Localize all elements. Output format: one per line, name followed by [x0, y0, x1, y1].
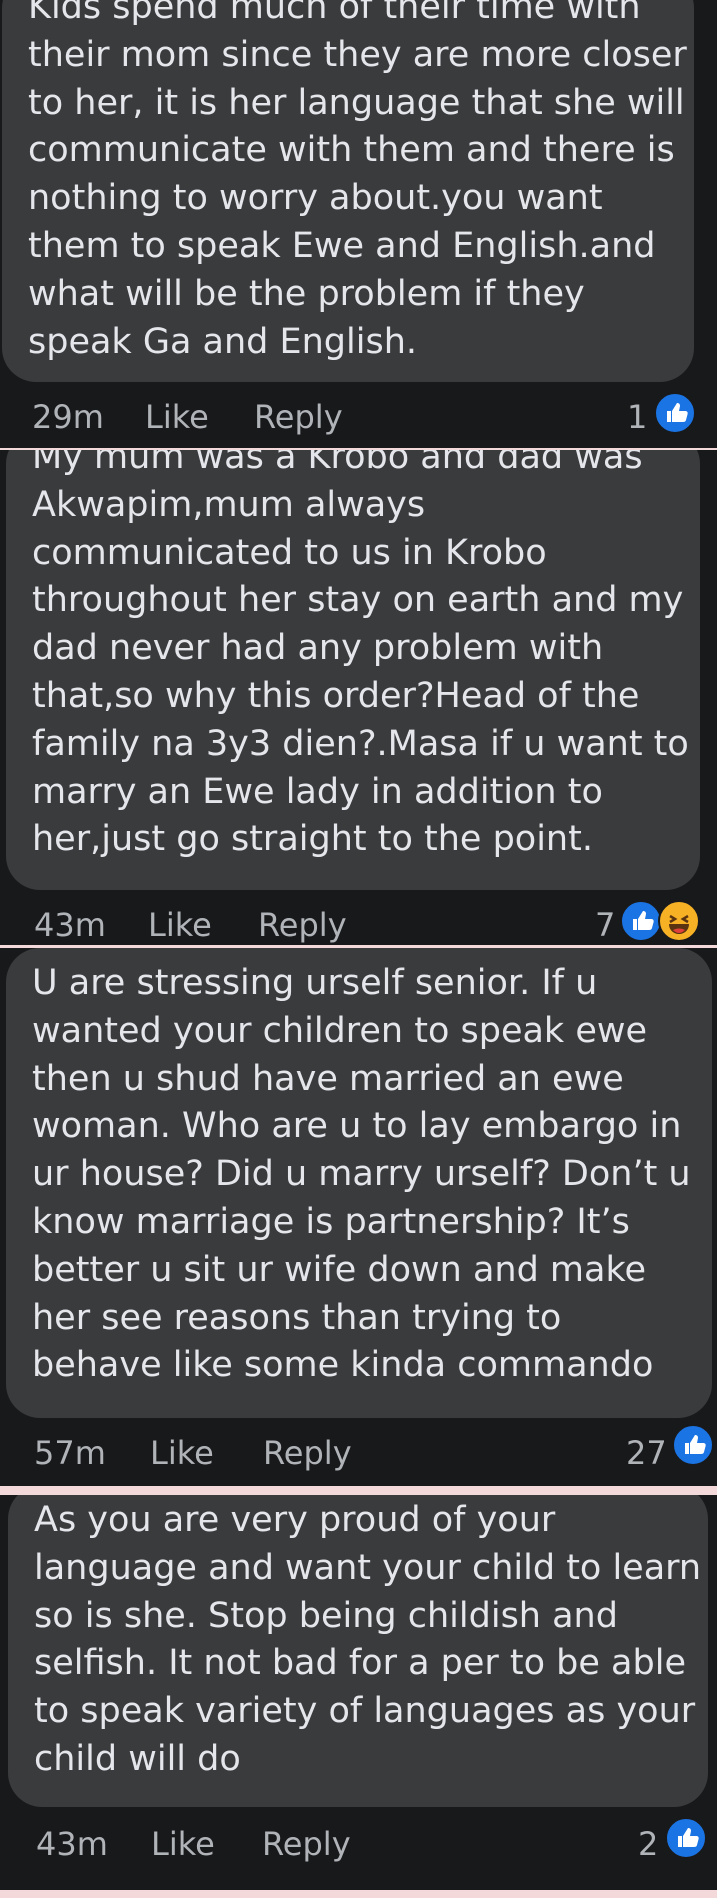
comment-bubble: Kids spend much of their time with their…	[2, 0, 694, 382]
reply-button[interactable]: Reply	[263, 1434, 352, 1472]
comment-timestamp[interactable]: 43m	[36, 1825, 108, 1863]
like-button[interactable]: Like	[145, 398, 209, 436]
comment-text-line: behave like some kinda commando	[32, 1345, 654, 1386]
comment-text-line: to speak variety of languages as your	[34, 1691, 696, 1732]
like-icon[interactable]	[654, 392, 696, 434]
comment-bubble: My mum was a Krobo and dad was Akwapim,m…	[6, 450, 700, 890]
comment-timestamp[interactable]: 43m	[34, 906, 106, 944]
comment-text-line: communicated to us in Krobo	[32, 532, 547, 573]
reaction-count[interactable]: 7	[595, 906, 615, 944]
like-button[interactable]: Like	[150, 1434, 214, 1472]
comment-text-line: better u sit ur wife down and make	[32, 1249, 647, 1290]
comment-card: As you are very proud of your language a…	[0, 1495, 717, 1890]
like-icon[interactable]	[665, 1817, 707, 1859]
comment-timestamp[interactable]: 29m	[32, 398, 104, 436]
comment-actions: 29m Like Reply 1	[0, 388, 717, 448]
comment-text-line: Kids spend much of their time with	[28, 0, 641, 27]
comment-text-line: know marriage is partnership? It’s	[32, 1201, 630, 1242]
comment-timestamp[interactable]: 57m	[34, 1434, 106, 1472]
comment-text-line: U are stressing urself senior. If u	[32, 963, 598, 1003]
like-icon[interactable]	[620, 900, 662, 942]
comment-text-line: wanted your children to speak ewe	[32, 1010, 648, 1051]
comment-text-line: family na 3y3 dien?.Masa if u want to	[32, 723, 689, 764]
comment-text-line: her see reasons than trying to	[32, 1297, 562, 1338]
reaction-count[interactable]: 2	[638, 1825, 658, 1863]
like-button[interactable]: Like	[148, 906, 212, 944]
comment-text-line: so is she. Stop being childish and	[34, 1595, 618, 1636]
comment-text-line: communicate with them and there is	[28, 130, 675, 171]
comment-text-line: child will do	[34, 1738, 241, 1779]
comment-text-line: language and want your child to learn	[34, 1547, 702, 1588]
comment-text-line: Akwapim,mum always	[32, 484, 426, 525]
comment-card: My mum was a Krobo and dad was Akwapim,m…	[0, 450, 717, 945]
comment-text-line: that,so why this order?Head of the	[32, 675, 640, 716]
reaction-count[interactable]: 27	[626, 1434, 667, 1472]
comment-text-line: then u shud have married an ewe	[32, 1058, 624, 1099]
comment-text-line: speak Ga and English.	[28, 321, 417, 362]
comment-bubble: U are stressing urself senior. If u want…	[6, 948, 712, 1418]
comment-text-line: ur house? Did u marry urself? Don’t u	[32, 1154, 691, 1195]
reply-button[interactable]: Reply	[254, 398, 343, 436]
comment-text-line: what will be the problem if they	[28, 273, 585, 314]
reply-button[interactable]: Reply	[262, 1825, 351, 1863]
comment-text-line: nothing to worry about.you want	[28, 178, 603, 219]
comment-text-line: throughout her stay on earth and my	[32, 580, 684, 621]
comment-text-line: As you are very proud of your	[34, 1500, 556, 1540]
reaction-count[interactable]: 1	[627, 398, 647, 436]
comment-text-line: dad never had any problem with	[32, 628, 604, 669]
comment-text-line: their mom since they are more closer	[28, 34, 687, 75]
haha-icon[interactable]	[658, 900, 700, 942]
like-icon[interactable]	[672, 1424, 714, 1466]
comment-actions: 43m Like Reply 7	[0, 896, 717, 945]
comment-actions: 43m Like Reply 2	[0, 1815, 717, 1875]
comment-text-line: My mum was a Krobo and dad was	[32, 450, 643, 477]
comment-text-line: woman. Who are u to lay embargo in	[32, 1106, 682, 1147]
comment-text-line: to her, it is her language that she will	[28, 82, 685, 123]
comment-text-line: her,just go straight to the point.	[32, 819, 593, 860]
comment-card: U are stressing urself senior. If u want…	[0, 948, 717, 1486]
comment-actions: 57m Like Reply 27	[0, 1424, 717, 1484]
comment-text-line: marry an Ewe lady in addition to	[32, 771, 603, 812]
like-button[interactable]: Like	[151, 1825, 215, 1863]
comment-card: Kids spend much of their time with their…	[0, 0, 717, 448]
reply-button[interactable]: Reply	[258, 906, 347, 944]
comment-bubble: As you are very proud of your language a…	[8, 1495, 708, 1807]
comment-text-line: them to speak Ewe and English.and	[28, 225, 656, 266]
comment-text-line: selfish. It not bad for a per to be able	[34, 1643, 686, 1684]
